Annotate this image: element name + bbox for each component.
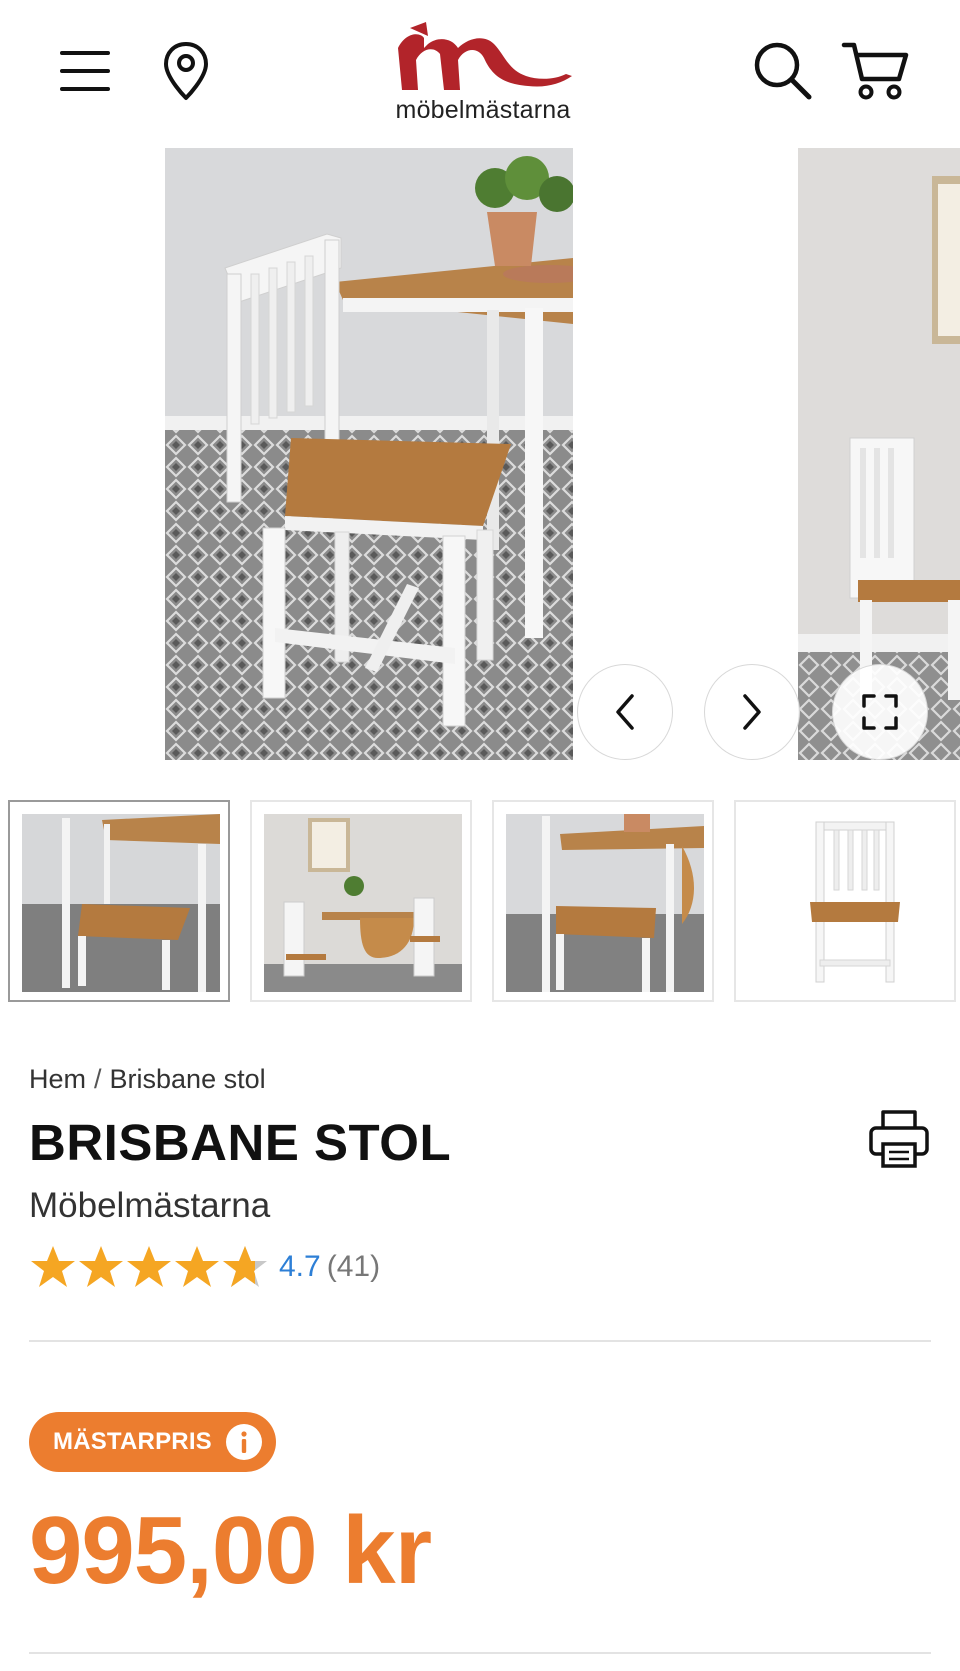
info-icon[interactable] — [225, 1424, 262, 1460]
product-title: BRISBANE STOL — [29, 1114, 452, 1171]
breadcrumb: Hem / Brisbane stol — [29, 1064, 266, 1095]
star-icon — [79, 1246, 123, 1287]
thumbnail-image — [748, 814, 946, 992]
gallery-next-button[interactable] — [704, 664, 800, 760]
rating-count[interactable]: (41) — [327, 1250, 380, 1284]
badge-label: MÄSTARPRIS — [53, 1428, 212, 1455]
cart-icon — [841, 42, 909, 100]
thumbnail-4[interactable] — [734, 800, 956, 1002]
chevron-right-icon — [743, 694, 761, 730]
product-price: 995,00 kr — [29, 1497, 432, 1604]
cart-button[interactable] — [836, 36, 916, 106]
thumbnail-3[interactable] — [492, 800, 714, 1002]
site-logo[interactable]: möbelmästarna — [388, 18, 578, 124]
star-half-icon — [223, 1246, 267, 1287]
chair-photo — [165, 148, 573, 760]
rating-stars — [29, 1244, 269, 1290]
product-image-main[interactable] — [165, 148, 573, 760]
gallery-fullscreen-button[interactable] — [832, 664, 928, 760]
star-icon — [175, 1246, 219, 1287]
location-pin-icon — [164, 42, 208, 100]
star-icon — [31, 1246, 75, 1287]
product-image-gallery[interactable] — [0, 148, 960, 760]
mastarpris-badge[interactable]: MÄSTARPRIS — [29, 1412, 276, 1472]
site-header: möbelmästarna — [0, 0, 960, 140]
gallery-prev-button[interactable] — [577, 664, 673, 760]
store-locator-button[interactable] — [156, 36, 216, 106]
thumbnail-strip — [0, 796, 960, 1006]
breadcrumb-current: Brisbane stol — [109, 1064, 266, 1094]
logo-text: möbelmästarna — [395, 96, 571, 124]
printer-icon — [869, 1110, 929, 1168]
rating-value[interactable]: 4.7 — [279, 1250, 321, 1284]
product-brand[interactable]: Möbelmästarna — [29, 1186, 270, 1226]
logo-mark — [398, 22, 572, 90]
thumbnail-image — [506, 814, 704, 992]
breadcrumb-home-link[interactable]: Hem — [29, 1064, 86, 1095]
thumbnail-1[interactable] — [8, 800, 230, 1002]
thumbnail-2[interactable] — [250, 800, 472, 1002]
divider — [29, 1652, 931, 1654]
menu-icon — [60, 51, 110, 91]
fullscreen-icon — [862, 694, 898, 730]
search-icon — [754, 42, 812, 100]
menu-button[interactable] — [52, 38, 118, 104]
thumbnail-image — [264, 814, 462, 992]
thumbnail-image — [22, 814, 220, 992]
divider — [29, 1340, 931, 1342]
product-rating[interactable]: 4.7 (41) — [29, 1242, 380, 1292]
breadcrumb-separator: / — [94, 1064, 102, 1094]
star-icon — [127, 1246, 171, 1287]
print-button[interactable] — [864, 1106, 934, 1172]
chevron-left-icon — [616, 694, 634, 730]
search-button[interactable] — [748, 36, 818, 106]
